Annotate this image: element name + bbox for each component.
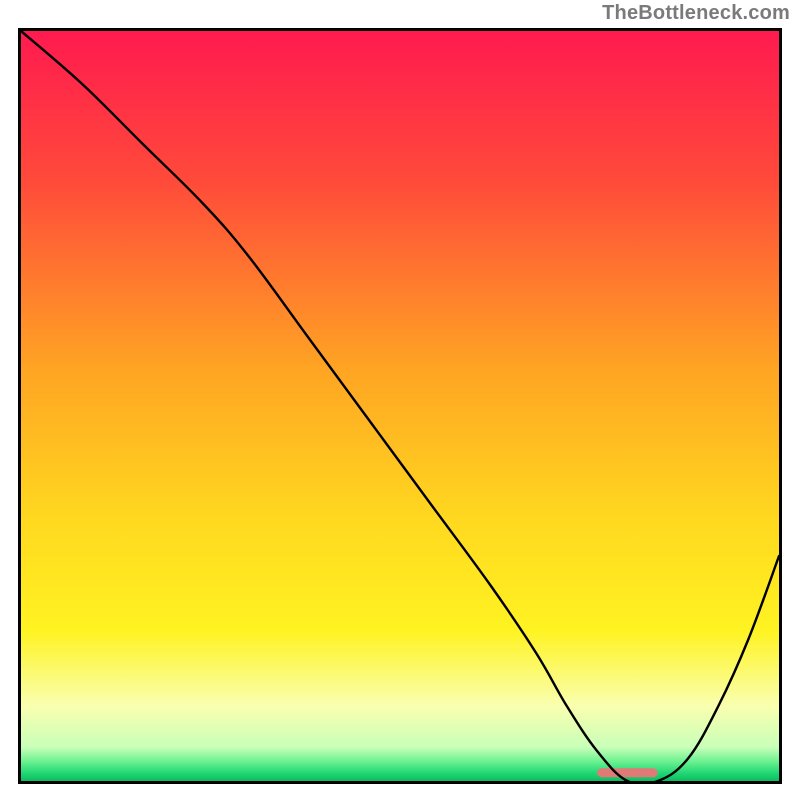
attribution-text: TheBottleneck.com [602, 2, 790, 25]
optimal-zone-marker [597, 768, 658, 777]
chart-plot [21, 31, 779, 781]
chart-frame [18, 28, 782, 784]
gradient-background [21, 31, 779, 781]
